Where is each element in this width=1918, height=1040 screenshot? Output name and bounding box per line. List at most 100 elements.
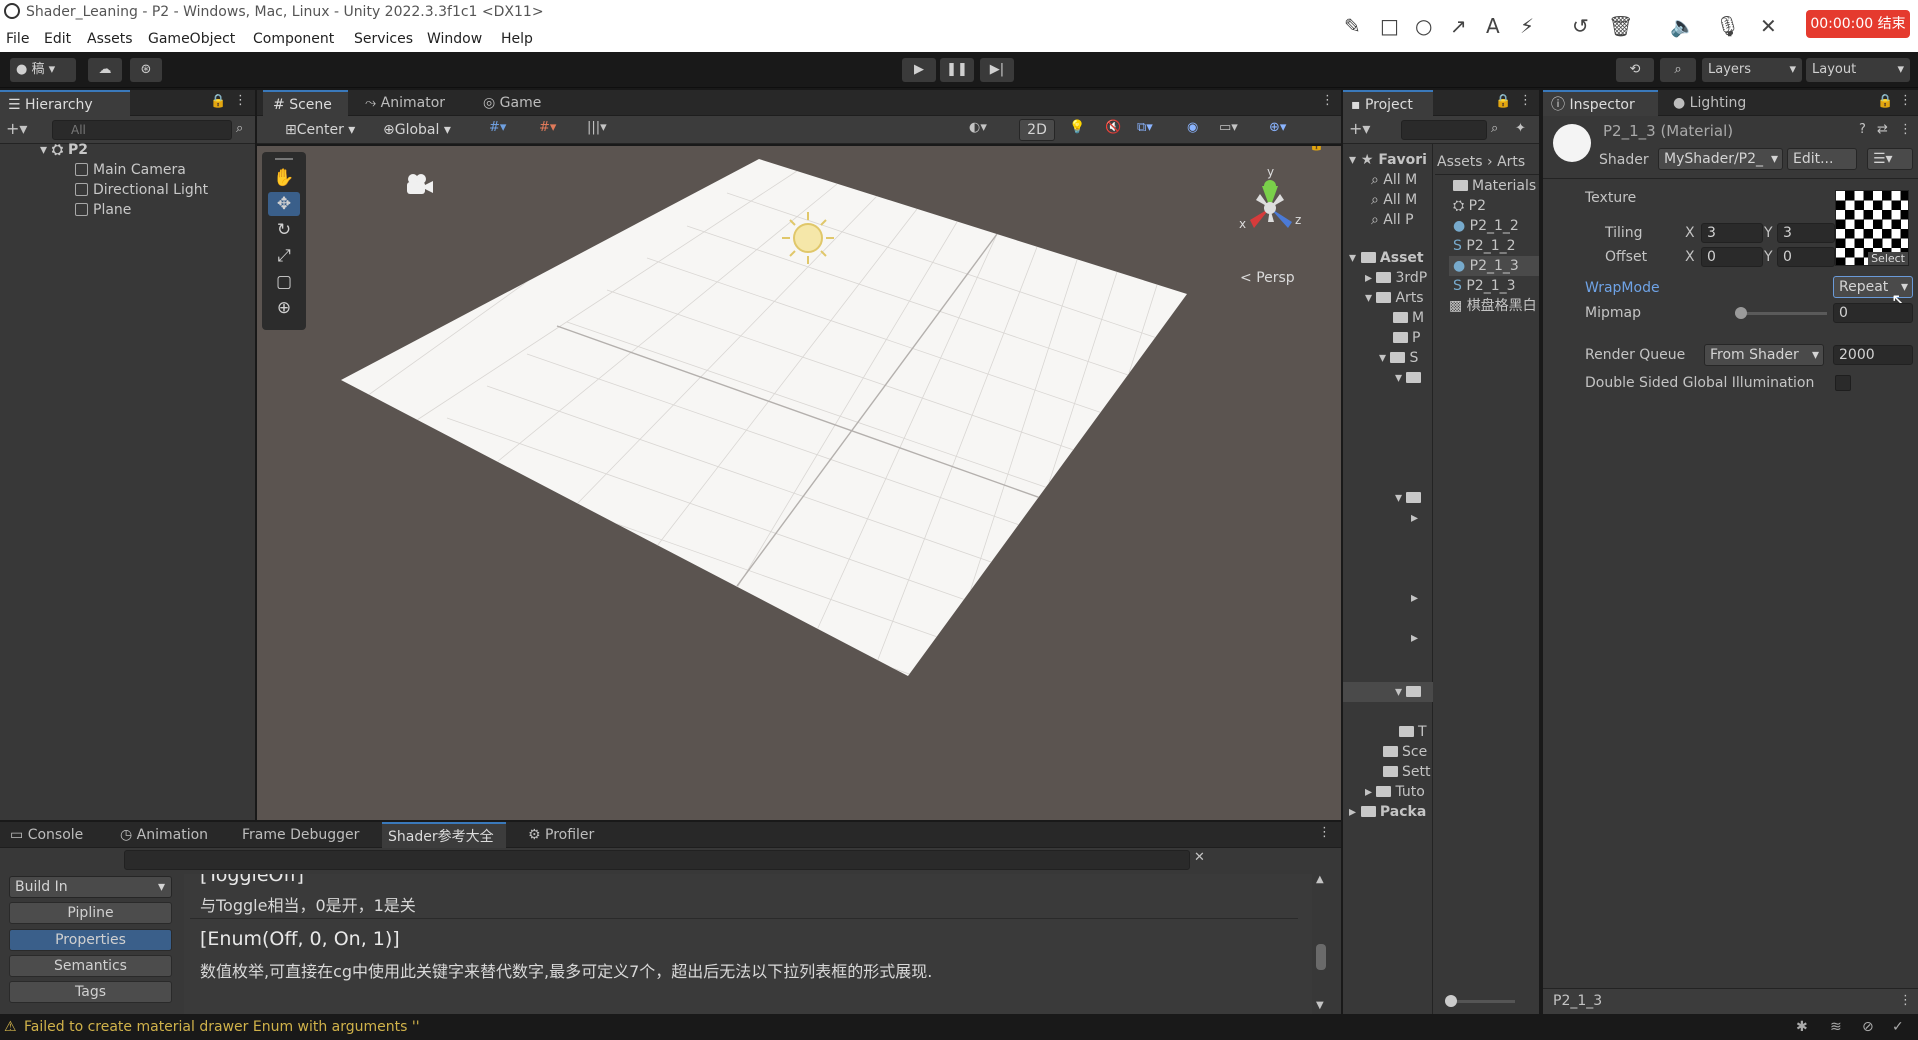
save-search-icon[interactable]: ✦ [1515, 121, 1526, 136]
search-options-icon[interactable]: ⌕ [236, 121, 243, 136]
hierarchy-item-directional-light[interactable]: Directional Light [75, 180, 208, 200]
kebab-menu-icon[interactable]: ⋮ [1321, 93, 1334, 108]
file-p2-1-2-material[interactable]: ● P2_1_2 [1453, 216, 1539, 236]
lighting-toggle-icon[interactable]: 💡 [1069, 120, 1085, 135]
camera-settings-icon[interactable]: ▭▾ [1219, 120, 1238, 135]
lock-icon[interactable]: 🔒 [210, 94, 226, 109]
texture-select-button[interactable]: Select [1868, 252, 1908, 265]
tree-sub-folder-selected[interactable]: ▾ [1343, 682, 1433, 702]
menu-file[interactable]: File [6, 31, 29, 47]
history-icon[interactable]: ⟲ [1616, 58, 1654, 82]
status-message[interactable]: Failed to create material drawer Enum wi… [24, 1014, 420, 1040]
lock-icon[interactable]: 🔒 [1877, 94, 1893, 109]
record-stop-button[interactable]: 00:00:00 结束 [1806, 10, 1910, 38]
rotate-tool-icon[interactable]: ↻ [268, 218, 300, 242]
pipline-button[interactable]: Pipline [9, 902, 172, 924]
file-p2-1-2-shader[interactable]: S P2_1_2 [1453, 236, 1539, 256]
move-tool-icon[interactable]: ✥ [268, 192, 300, 216]
search-by-type-icon[interactable]: ⌕ [1491, 121, 1498, 136]
shader-reference-search[interactable] [124, 850, 1190, 870]
kebab-menu-icon[interactable]: ⋮ [1519, 93, 1532, 108]
collab-icon[interactable]: ⊛ [130, 58, 162, 82]
effects-toggle-icon[interactable]: ⧉▾ [1137, 120, 1153, 135]
tree-sub-folder[interactable]: ▾ [1395, 368, 1433, 388]
file-materials-folder[interactable]: Materials [1453, 176, 1539, 196]
tags-button[interactable]: Tags [9, 981, 172, 1003]
tab-shader-reference[interactable]: Shader参考大全 [382, 822, 506, 848]
step-button[interactable]: ▶| [980, 58, 1014, 82]
arrow-icon[interactable]: ↗ [1450, 14, 1467, 38]
transform-tool-icon[interactable]: ⊕ [268, 296, 300, 320]
draw-mode-icon[interactable]: ◐▾ [969, 120, 987, 135]
file-checkerboard-texture[interactable]: ▩ 棋盘格黑白 [1449, 296, 1539, 316]
file-p2-scene[interactable]: ⛭ P2 [1453, 196, 1539, 216]
offset-x-field[interactable]: 0 [1701, 247, 1763, 267]
tab-animation[interactable]: ◷ Animation [116, 822, 236, 848]
offset-y-field[interactable]: 0 [1777, 247, 1835, 267]
debug-icon[interactable]: ✱ [1796, 1014, 1808, 1040]
menu-component[interactable]: Component [253, 31, 334, 47]
category-dropdown[interactable]: Build In ▾ [9, 876, 172, 898]
close-icon[interactable]: ✕ [1760, 14, 1777, 38]
menu-services[interactable]: Services [354, 31, 413, 47]
hierarchy-search-input[interactable]: All [52, 120, 232, 140]
tree-arts[interactable]: ▾ Arts [1365, 288, 1433, 308]
hidden-objects-icon[interactable]: ◉ [1187, 120, 1198, 135]
dsgi-checkbox[interactable] [1835, 375, 1851, 391]
kebab-menu-icon[interactable]: ⋮ [234, 93, 247, 108]
perspective-toggle[interactable]: < Persp [1240, 270, 1295, 286]
circle-icon[interactable]: ○ [1415, 14, 1432, 38]
shader-edit-button[interactable]: Edit... [1787, 148, 1857, 170]
semantics-button[interactable]: Semantics [9, 955, 172, 977]
gizmos-icon[interactable]: ⊕▾ [1269, 120, 1286, 135]
hierarchy-item-main-camera[interactable]: Main Camera [75, 160, 186, 180]
tab-frame-debugger[interactable]: Frame Debugger [238, 822, 368, 848]
breadcrumb-arts[interactable]: Arts [1497, 154, 1525, 170]
tab-hierarchy[interactable]: ☰ Hierarchy [0, 90, 130, 116]
tree-expand-arrow[interactable]: ▸ [1411, 508, 1433, 528]
kebab-menu-icon[interactable]: ⋮ [1899, 122, 1912, 137]
menu-window[interactable]: Window [427, 31, 482, 47]
favorites-node[interactable]: ▾ ★ Favori [1349, 150, 1427, 170]
cloud-icon[interactable]: ☁ [88, 58, 122, 82]
lock-icon[interactable]: 🔒 [1495, 94, 1511, 109]
hand-tool-icon[interactable]: ✋ [268, 166, 300, 190]
tab-scene[interactable]: # Scene [263, 90, 348, 116]
microphone-icon[interactable]: 🎙 [1715, 14, 1740, 38]
tree-scenes[interactable]: Sce [1383, 742, 1433, 762]
tiling-x-field[interactable]: 3 [1701, 223, 1763, 243]
scene-root[interactable]: ▾ ⛭ P2 [40, 140, 88, 160]
pen-icon[interactable]: ✎ [1344, 14, 1361, 38]
menu-edit[interactable]: Edit [44, 31, 71, 47]
cache-icon[interactable]: ≋ [1830, 1014, 1842, 1040]
menu-gameobject[interactable]: GameObject [148, 31, 235, 47]
fav-all-materials[interactable]: ⌕ All M [1371, 170, 1433, 190]
tiling-y-field[interactable]: 3 [1777, 223, 1835, 243]
network-icon[interactable]: ⊘ [1862, 1014, 1874, 1040]
scrollbar-thumb[interactable] [1316, 944, 1326, 970]
pivot-dropdown[interactable]: ⊞Center ▾ [279, 119, 369, 141]
menu-help[interactable]: Help [501, 31, 533, 47]
orientation-gizmo[interactable] [1250, 180, 1292, 228]
fav-all-prefabs[interactable]: ⌕ All P [1371, 210, 1433, 230]
breadcrumb-assets[interactable]: Assets [1437, 154, 1483, 170]
pause-button[interactable]: ❚❚ [940, 58, 974, 82]
tree-3rdp[interactable]: ▸ 3rdP [1365, 268, 1433, 288]
add-icon[interactable]: +▾ [1349, 119, 1370, 138]
trash-icon[interactable]: 🗑 [1608, 14, 1633, 38]
fav-all-models[interactable]: ⌕ All M [1371, 190, 1433, 210]
help-icon[interactable]: ? [1859, 122, 1866, 137]
tree-sub-folder[interactable]: ▾ [1395, 488, 1433, 508]
tab-lighting[interactable]: ● Lighting [1669, 90, 1769, 116]
magic-wand-icon[interactable]: ⚡ [1520, 14, 1534, 38]
text-icon[interactable]: A [1486, 14, 1500, 38]
assets-node[interactable]: ▾ Asset [1349, 248, 1424, 268]
zoom-slider-thumb[interactable] [1445, 995, 1457, 1007]
play-button[interactable]: ▶ [902, 58, 936, 82]
tree-expand-arrow[interactable]: ▸ [1411, 628, 1433, 648]
mipmap-slider-track[interactable] [1735, 312, 1827, 315]
tab-game[interactable]: ◎ Game [479, 90, 559, 116]
tab-project[interactable]: ▪ Project [1343, 90, 1433, 116]
file-p2-1-3-material-selected[interactable]: ● P2_1_3 [1449, 256, 1539, 276]
audio-toggle-icon[interactable]: 🔇 [1105, 120, 1121, 135]
